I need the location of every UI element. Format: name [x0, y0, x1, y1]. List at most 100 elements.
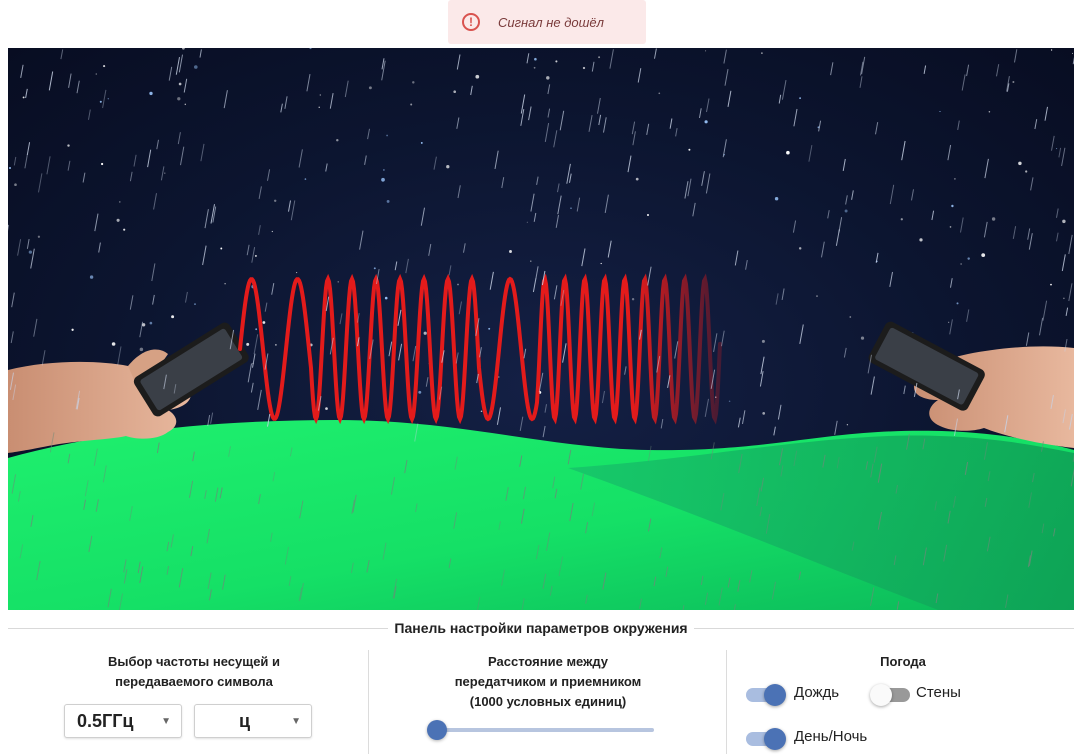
rain-drop: [528, 106, 532, 121]
rain-drop: [830, 62, 834, 76]
star: [410, 103, 413, 106]
rain-drop: [1056, 208, 1059, 218]
receiver-phone: [868, 321, 985, 411]
symbol-select[interactable]: ц ▼: [194, 704, 312, 738]
rain-drop: [1044, 106, 1048, 121]
rain-drop: [547, 84, 551, 95]
rain-drop: [470, 85, 473, 96]
star: [111, 342, 116, 346]
rain-drop: [1056, 232, 1059, 242]
rain-drop: [792, 220, 797, 233]
rain-drop: [1039, 317, 1044, 336]
rain-drop: [624, 366, 627, 375]
star: [846, 424, 849, 426]
rain-drop: [185, 291, 188, 303]
rain-drop: [724, 69, 729, 86]
star: [761, 52, 763, 54]
rain-drop: [98, 242, 101, 253]
rain-drop: [961, 74, 966, 91]
star: [960, 263, 962, 265]
rain-drop: [1065, 307, 1069, 316]
rain-drop: [842, 158, 846, 171]
rain-drop: [576, 197, 581, 212]
rain-drop: [1025, 332, 1030, 346]
rain-drop: [875, 122, 879, 135]
rain-drop: [24, 154, 28, 169]
rain-drop: [808, 145, 813, 162]
star: [954, 178, 956, 180]
rain-drop: [947, 144, 952, 161]
carrier-frequency-select[interactable]: 0.5ГГц ▼: [64, 704, 182, 738]
distance-slider-thumb[interactable]: [427, 720, 447, 740]
star: [631, 298, 635, 301]
star: [1050, 283, 1052, 286]
rain-drop: [489, 271, 494, 290]
rain-drop: [781, 80, 787, 100]
distance-slider-track[interactable]: [438, 728, 654, 732]
star: [988, 110, 991, 113]
star: [420, 141, 423, 144]
rain-drop: [250, 382, 254, 393]
star: [457, 283, 459, 286]
rain-drop: [41, 350, 46, 366]
rain-drop: [532, 278, 537, 293]
frequency-title-line1: Выбор частоты несущей и: [107, 654, 281, 669]
star: [761, 339, 765, 343]
day-night-toggle[interactable]: [746, 728, 786, 750]
toggle-knob: [870, 684, 892, 706]
rain-toggle[interactable]: [746, 684, 786, 706]
star: [705, 50, 707, 52]
rain-drop: [20, 64, 24, 78]
rain-drop: [156, 139, 159, 150]
rain-drop: [26, 239, 30, 249]
rain-drop: [425, 377, 429, 387]
rain-drop: [957, 120, 960, 130]
rain-drop: [494, 150, 499, 169]
rain-drop: [519, 416, 524, 431]
star: [384, 296, 388, 300]
rain-drop: [966, 64, 970, 77]
star: [116, 218, 120, 222]
rain-drop: [777, 404, 782, 420]
chevron-down-icon: ▼: [161, 715, 171, 727]
star: [177, 97, 181, 101]
rain-drop: [723, 49, 727, 64]
rain-drop: [8, 224, 10, 231]
star: [103, 65, 106, 68]
rain-drop: [76, 80, 80, 94]
star: [598, 56, 601, 59]
star: [373, 267, 376, 270]
rain-drop: [601, 390, 605, 404]
star: [956, 302, 959, 305]
rain-drop: [129, 171, 133, 182]
rain-drop: [542, 425, 546, 438]
rain-drop: [903, 385, 906, 395]
rain-drop: [533, 212, 537, 222]
rain-label: Дождь: [794, 684, 840, 701]
star: [530, 260, 532, 262]
rain-drop: [210, 412, 214, 424]
rain-drop: [949, 319, 953, 335]
distance-title-line1: Расстояние между: [488, 654, 608, 669]
rain-drop: [631, 121, 636, 135]
rain-drop: [17, 239, 22, 256]
star: [728, 400, 731, 402]
rain-drop: [264, 302, 268, 312]
star: [178, 82, 182, 86]
carrier-frequency-value: 0.5ГГц: [77, 710, 134, 731]
star: [381, 177, 385, 182]
rain-drop: [202, 245, 207, 266]
star: [919, 238, 923, 242]
star: [418, 390, 422, 394]
rain-drop: [325, 163, 328, 172]
rain-drop: [405, 258, 409, 274]
rain-drop: [153, 193, 157, 210]
rain-drop: [1014, 49, 1018, 63]
rain-drop: [889, 271, 893, 287]
walls-toggle[interactable]: [870, 684, 910, 706]
star: [184, 103, 187, 106]
rain-drop: [523, 348, 527, 359]
star: [67, 144, 70, 147]
rain-drop: [88, 109, 91, 120]
rain-drop: [388, 341, 393, 357]
